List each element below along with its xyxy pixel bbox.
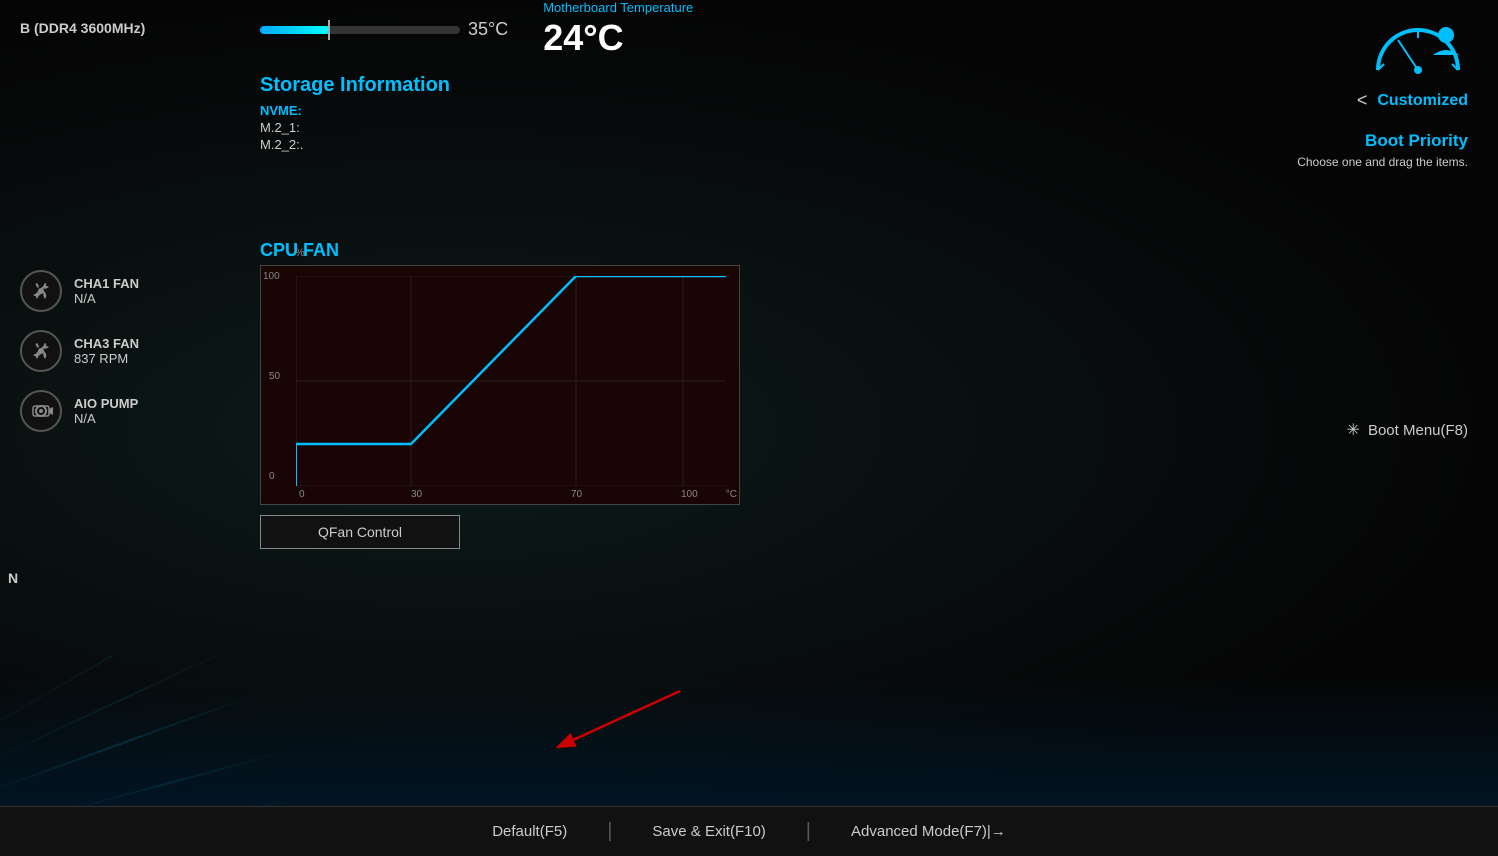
customized-label: Customized xyxy=(1377,92,1468,110)
customized-row[interactable]: < Customized xyxy=(1357,90,1478,111)
x-tick-100: 100 xyxy=(681,489,698,500)
boot-menu-label: Boot Menu(F8) xyxy=(1368,422,1468,439)
aio-pump-icon xyxy=(20,390,62,432)
x-tick-30: 30 xyxy=(411,489,422,500)
mobo-temp-value: 24°C xyxy=(543,17,623,58)
gauge-area xyxy=(1218,0,1478,80)
m2-2-label: M.2_2:. xyxy=(260,137,1178,152)
advanced-mode-button[interactable]: Advanced Mode(F7)|→ xyxy=(811,823,1046,840)
aio-pump-name: AIO PUMP xyxy=(74,396,138,411)
list-item: CHA1 FAN N/A xyxy=(20,270,240,312)
default-button[interactable]: Default(F5) xyxy=(452,823,607,840)
y-tick-50: 50 xyxy=(269,371,280,382)
cpu-temp-row: 35°C Motherboard Temperature 24°C xyxy=(260,0,1178,59)
list-item: AIO PUMP N/A xyxy=(20,390,240,432)
red-arrow-annotation xyxy=(500,681,700,761)
cpu-temp-value: 35°C xyxy=(468,19,508,40)
storage-section: Storage Information NVME: M.2_1: M.2_2:. xyxy=(260,74,1178,152)
mobo-temp-container: Motherboard Temperature 24°C xyxy=(543,0,693,59)
x-axis-unit: °C xyxy=(726,489,737,500)
ram-label: B (DDR4 3600MHz) xyxy=(20,20,145,36)
boot-priority-section: Boot Priority Choose one and drag the it… xyxy=(1297,131,1478,169)
cpu-fan-title: CPU FAN xyxy=(260,240,1198,261)
fan-curve-svg xyxy=(296,276,726,486)
y-axis-label: % xyxy=(295,247,305,259)
x-tick-0: 0 xyxy=(299,489,305,500)
n-label: N xyxy=(8,570,18,586)
cpu-temp-bar-container: 35°C xyxy=(260,19,513,40)
nvme-label: NVME: xyxy=(260,103,1178,118)
storage-title: Storage Information xyxy=(260,74,1178,97)
right-panel: < Customized Boot Priority Choose one an… xyxy=(1218,0,1478,169)
cha3-fan-info: CHA3 FAN 837 RPM xyxy=(74,336,139,366)
cha3-fan-speed: 837 RPM xyxy=(74,351,139,366)
boot-priority-description: Choose one and drag the items. xyxy=(1297,155,1468,169)
aio-pump-speed: N/A xyxy=(74,411,138,426)
boot-priority-title: Boot Priority xyxy=(1297,131,1468,151)
middle-area: CHA1 FAN N/A xyxy=(0,240,1498,549)
right-bottom-panel: ✳ Boot Menu(F8) xyxy=(1218,240,1478,440)
center-top-panel: 35°C Motherboard Temperature 24°C Storag… xyxy=(220,0,1218,152)
cha1-fan-speed: N/A xyxy=(74,291,139,306)
cha1-fan-name: CHA1 FAN xyxy=(74,276,139,291)
cpu-fan-chart-area: CPU FAN % 100 50 0 0 30 70 100 °C xyxy=(240,240,1218,549)
save-exit-button[interactable]: Save & Exit(F10) xyxy=(612,823,805,840)
list-item: CHA3 FAN 837 RPM xyxy=(20,330,240,372)
x-tick-70: 70 xyxy=(571,489,582,500)
aio-pump-info: AIO PUMP N/A xyxy=(74,396,138,426)
cpu-temp-bar xyxy=(260,26,460,34)
qfan-control-button[interactable]: QFan Control xyxy=(260,515,460,549)
temp-indicator xyxy=(328,20,330,40)
cha3-fan-icon xyxy=(20,330,62,372)
cha1-fan-info: CHA1 FAN N/A xyxy=(74,276,139,306)
snowflake-icon: ✳ xyxy=(1347,420,1360,440)
fan-chart: 100 50 0 0 30 70 100 °C xyxy=(260,265,740,505)
y-tick-0: 0 xyxy=(269,471,275,482)
ram-info-panel: B (DDR4 3600MHz) xyxy=(20,0,220,38)
bottom-bar: Default(F5) | Save & Exit(F10) | Advance… xyxy=(0,806,1498,856)
y-tick-100: 100 xyxy=(263,271,280,282)
cpu-temp-bar-fill xyxy=(260,26,330,34)
fans-panel: CHA1 FAN N/A xyxy=(20,240,240,432)
cha1-fan-icon xyxy=(20,270,62,312)
mobo-temp-label: Motherboard Temperature xyxy=(543,0,693,15)
chevron-left-icon: < xyxy=(1357,90,1368,111)
boot-menu-button[interactable]: ✳ Boot Menu(F8) xyxy=(1347,420,1468,440)
chart-wrapper: % 100 50 0 0 30 70 100 °C xyxy=(260,265,750,549)
m2-1-label: M.2_1: xyxy=(260,120,1178,135)
cha3-fan-name: CHA3 FAN xyxy=(74,336,139,351)
gauge-icon xyxy=(1368,10,1468,80)
